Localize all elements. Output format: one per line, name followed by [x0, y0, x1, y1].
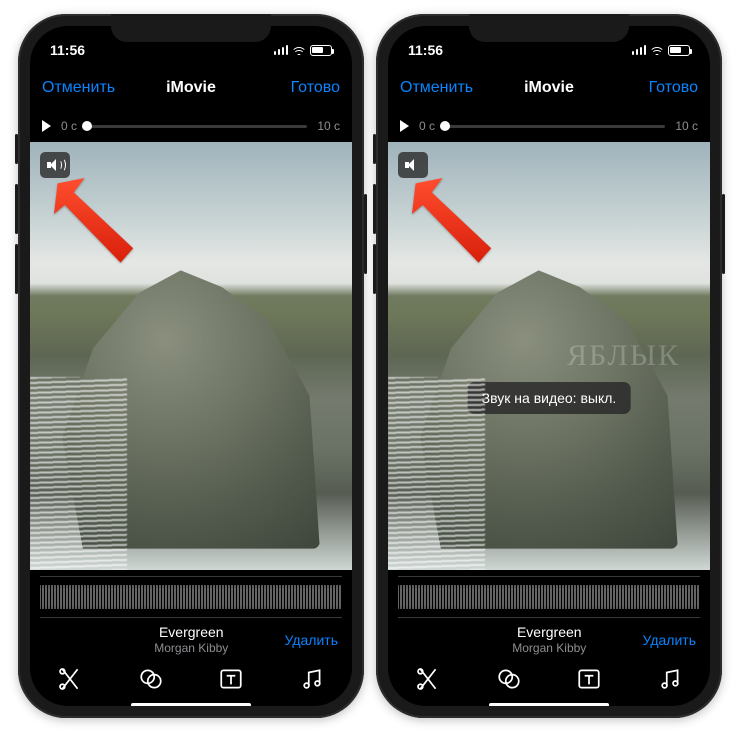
status-time: 11:56 [408, 42, 443, 58]
video-preview[interactable]: Звук на видео: выкл. ЯБЛЫК [388, 142, 710, 570]
editor-toolbar [388, 661, 710, 699]
phone-left: 11:56 Отменить iMovie Готово 0 c 10 c [18, 14, 364, 718]
watermark-text: ЯБЛЫК [567, 339, 680, 373]
cancel-button[interactable]: Отменить [42, 79, 141, 97]
nav-bar: Отменить iMovie Готово [388, 66, 710, 110]
timeline-bar: 0 c 10 c [30, 110, 352, 142]
music-icon[interactable] [299, 668, 325, 690]
notch [469, 14, 629, 42]
status-time: 11:56 [50, 42, 85, 58]
sound-off-toast: Звук на видео: выкл. [468, 382, 631, 414]
done-button[interactable]: Готово [241, 79, 340, 97]
scrubber-track[interactable] [87, 125, 307, 128]
play-icon[interactable] [400, 120, 409, 132]
editor-toolbar [30, 661, 352, 699]
cellular-icon [274, 45, 289, 55]
song-artist: Morgan Kibby [456, 641, 643, 655]
timeline-bar: 0 c 10 c [388, 110, 710, 142]
song-row: Evergreen Morgan Kibby Удалить [388, 618, 710, 661]
speaker-on-icon [47, 158, 63, 172]
filters-icon[interactable] [496, 668, 522, 690]
scrubber-thumb[interactable] [82, 121, 92, 131]
page-title: iMovie [141, 79, 240, 97]
time-end: 10 c [317, 119, 340, 133]
text-icon[interactable] [218, 668, 244, 690]
song-title: Evergreen [456, 624, 643, 640]
filters-icon[interactable] [138, 668, 164, 690]
play-icon[interactable] [42, 120, 51, 132]
delete-audio-button[interactable]: Удалить [643, 632, 696, 648]
delete-audio-button[interactable]: Удалить [285, 632, 338, 648]
time-end: 10 c [675, 119, 698, 133]
phone-right: 11:56 Отменить iMovie Готово 0 c 10 c [376, 14, 722, 718]
wifi-icon [292, 45, 306, 55]
wifi-icon [650, 45, 664, 55]
done-button[interactable]: Готово [599, 79, 698, 97]
speaker-off-icon [405, 158, 421, 172]
cellular-icon [632, 45, 647, 55]
nav-bar: Отменить iMovie Готово [30, 66, 352, 110]
home-indicator[interactable] [131, 703, 251, 706]
battery-icon [310, 45, 332, 56]
audio-waveform[interactable] [398, 576, 700, 618]
audio-waveform[interactable] [40, 576, 342, 618]
music-icon[interactable] [657, 668, 683, 690]
video-preview[interactable] [30, 142, 352, 570]
scrubber-thumb[interactable] [440, 121, 450, 131]
scrubber-track[interactable] [445, 125, 665, 128]
song-artist: Morgan Kibby [98, 641, 285, 655]
annotation-arrow [54, 178, 144, 268]
notch [111, 14, 271, 42]
home-indicator[interactable] [489, 703, 609, 706]
battery-icon [668, 45, 690, 56]
trim-icon[interactable] [415, 668, 441, 690]
time-start: 0 c [61, 119, 77, 133]
song-title: Evergreen [98, 624, 285, 640]
sound-toggle-button[interactable] [40, 152, 70, 178]
text-icon[interactable] [576, 668, 602, 690]
cancel-button[interactable]: Отменить [400, 79, 499, 97]
page-title: iMovie [499, 79, 598, 97]
song-row: Evergreen Morgan Kibby Удалить [30, 618, 352, 661]
time-start: 0 c [419, 119, 435, 133]
sound-toggle-button[interactable] [398, 152, 428, 178]
annotation-arrow [412, 178, 502, 268]
trim-icon[interactable] [57, 668, 83, 690]
